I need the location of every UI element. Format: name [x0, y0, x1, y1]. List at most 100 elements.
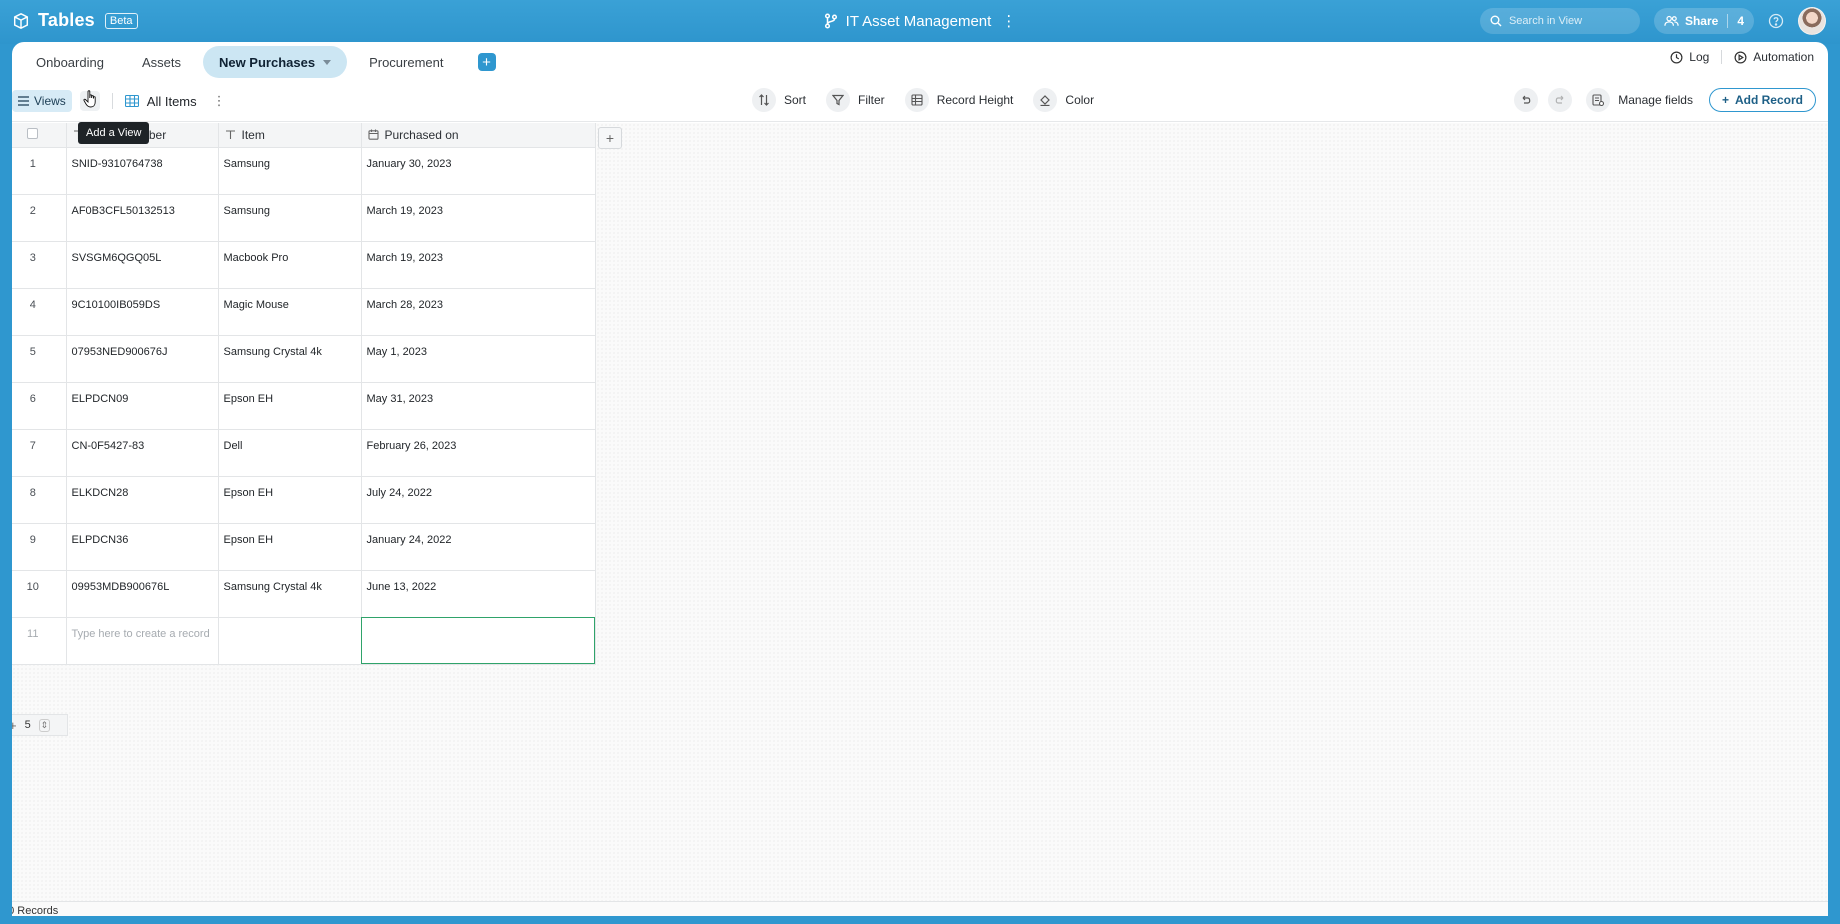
cell-item[interactable]: Samsung [218, 147, 362, 195]
divider [111, 93, 113, 109]
grid-view-icon [124, 95, 139, 107]
tab-onboarding[interactable]: Onboarding [20, 46, 120, 78]
cell-serial[interactable]: 09953MDB900676L [66, 570, 219, 618]
new-record-item-cell[interactable] [218, 617, 362, 665]
cell-serial[interactable]: CN-0F5427-83 [66, 429, 219, 477]
cell-purchased-on[interactable]: May 1, 2023 [361, 335, 596, 383]
cell-item[interactable]: Epson EH [218, 382, 362, 430]
table-row[interactable]: 10 09953MDB900676L Samsung Crystal 4k June … [12, 570, 596, 618]
cell-serial[interactable]: ELKDCN28 [66, 476, 219, 524]
cell-item[interactable]: Samsung Crystal 4k [218, 570, 362, 618]
cell-serial[interactable]: 9C10100IB059DS [66, 288, 219, 336]
table-tabs: Onboarding Assets New Purchases Procurem… [20, 46, 496, 78]
automation-icon [1734, 51, 1747, 63]
table-row[interactable]: 8 ELKDCN28 Epson EH July 24, 2022 [12, 476, 596, 524]
cell-item[interactable]: Samsung [218, 194, 362, 242]
calendar-icon [367, 129, 379, 140]
column-label: Item [241, 127, 265, 142]
share-divider [1727, 14, 1729, 28]
new-record-purchased-cell[interactable] [361, 617, 596, 665]
color-button[interactable]: Color [1033, 88, 1094, 112]
base-menu-icon[interactable]: ⋮ [1001, 12, 1016, 30]
column-header-item[interactable]: Item [218, 123, 362, 148]
add-rows-plus-icon[interactable]: + [12, 718, 17, 733]
table-row[interactable]: 7 CN-0F5427-83 Dell February 26, 2023 [12, 429, 596, 477]
cell-serial[interactable]: ELPDCN36 [66, 523, 219, 571]
brand[interactable]: Tables Beta [12, 10, 138, 31]
help-icon[interactable] [1768, 13, 1784, 29]
row-index: 8 [12, 476, 67, 524]
search-icon [1490, 15, 1502, 27]
undo-icon[interactable] [1514, 88, 1539, 112]
tab-new-purchases[interactable]: New Purchases [202, 46, 348, 78]
add-column-button[interactable]: + [598, 127, 622, 149]
table-row[interactable]: 2 AF0B3CFL50132513 Samsung March 19, 2023 [12, 194, 596, 242]
cell-purchased-on[interactable]: March 19, 2023 [361, 241, 596, 289]
table-row[interactable]: 3 SVSGM6QGQ05L Macbook Pro March 19, 2023 [12, 241, 596, 289]
cell-purchased-on[interactable]: July 24, 2022 [361, 476, 596, 524]
table-row[interactable]: 9 ELPDCN36 Epson EH January 24, 2022 [12, 523, 596, 571]
add-record-button[interactable]: + Add Record [1708, 88, 1816, 112]
divider [1721, 50, 1723, 64]
search-view[interactable] [1479, 8, 1640, 34]
cell-serial[interactable]: SNID-9310764738 [66, 147, 219, 195]
row-index: 6 [12, 382, 67, 430]
sort-button[interactable]: Sort [752, 88, 806, 112]
cell-serial[interactable]: AF0B3CFL50132513 [66, 194, 219, 242]
stepper-icon[interactable]: ⇕ [38, 718, 50, 732]
row-index: 5 [12, 335, 67, 383]
automation-button[interactable]: Automation [1734, 50, 1814, 64]
cell-serial[interactable]: SVSGM6QGQ05L [66, 241, 219, 289]
current-view-name: All Items [146, 93, 197, 109]
cell-serial[interactable]: 07953NED900676J [66, 335, 219, 383]
share-button[interactable]: Share 4 [1653, 8, 1754, 34]
manage-fields-button[interactable]: Manage fields [1586, 88, 1693, 112]
cell-purchased-on[interactable]: June 13, 2022 [361, 570, 596, 618]
table-row[interactable]: 1 SNID-9310764738 Samsung January 30, 2023 [12, 147, 596, 195]
cell-purchased-on[interactable]: January 24, 2022 [361, 523, 596, 571]
add-rows-count[interactable]: 5 [25, 719, 31, 731]
cell-item[interactable]: Samsung Crystal 4k [218, 335, 362, 383]
filter-button[interactable]: Filter [826, 88, 885, 112]
cell-purchased-on[interactable]: March 28, 2023 [361, 288, 596, 336]
cell-item[interactable]: Magic Mouse [218, 288, 362, 336]
user-avatar[interactable] [1798, 7, 1826, 35]
table-row[interactable]: 6 ELPDCN09 Epson EH May 31, 2023 [12, 382, 596, 430]
views-button[interactable]: Views [12, 90, 72, 112]
cell-purchased-on[interactable]: March 19, 2023 [361, 194, 596, 242]
select-all-checkbox[interactable] [27, 127, 39, 139]
plus-icon: + [1721, 93, 1729, 107]
cell-item[interactable]: Epson EH [218, 476, 362, 524]
cell-purchased-on[interactable]: January 30, 2023 [361, 147, 596, 195]
row-index: 2 [12, 194, 67, 242]
column-header-purchased-on[interactable]: Purchased on [361, 123, 596, 148]
row-index: 1 [12, 147, 67, 195]
list-icon [18, 96, 29, 106]
base-title[interactable]: IT Asset Management ⋮ [740, 12, 1100, 30]
chevron-down-icon[interactable] [323, 59, 332, 65]
add-table-button[interactable]: + [477, 53, 496, 71]
new-record-row[interactable]: 11 Type here to create a record [12, 617, 596, 665]
search-input[interactable] [1508, 15, 1629, 27]
cell-purchased-on[interactable]: May 31, 2023 [361, 382, 596, 430]
tab-label: Procurement [369, 54, 444, 70]
redo-icon[interactable] [1548, 88, 1573, 112]
record-height-button[interactable]: Record Height [904, 88, 1013, 112]
row-index: 7 [12, 429, 67, 477]
tab-procurement[interactable]: Procurement [353, 46, 459, 78]
cell-item[interactable]: Epson EH [218, 523, 362, 571]
new-record-placeholder[interactable]: Type here to create a record [66, 617, 219, 665]
tab-assets[interactable]: Assets [126, 46, 197, 78]
table-row[interactable]: 5 07953NED900676J Samsung Crystal 4k May 1,… [12, 335, 596, 383]
cell-serial[interactable]: ELPDCN09 [66, 382, 219, 430]
sort-icon [752, 88, 776, 112]
cell-item[interactable]: Macbook Pro [218, 241, 362, 289]
log-button[interactable]: Log [1670, 50, 1709, 64]
cell-purchased-on[interactable]: February 26, 2023 [361, 429, 596, 477]
table-row[interactable]: 4 9C10100IB059DS Magic Mouse March 28, 2023 [12, 288, 596, 336]
tabs-row: Onboarding Assets New Purchases Procurem… [12, 42, 1828, 82]
cell-item[interactable]: Dell [218, 429, 362, 477]
view-menu-icon[interactable]: ⋮ [213, 93, 226, 109]
current-view[interactable]: All Items [124, 93, 197, 109]
sort-label: Sort [784, 93, 807, 107]
